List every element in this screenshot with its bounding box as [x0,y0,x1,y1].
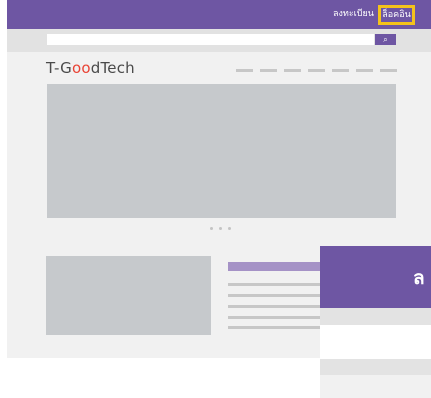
carousel-dot[interactable] [219,227,222,230]
nav-item-placeholder[interactable] [332,69,349,72]
register-modal-section [320,308,431,325]
nav-item-placeholder[interactable] [260,69,277,72]
search-input[interactable] [47,34,374,45]
site-logo[interactable]: T-GoodTech [46,59,135,79]
logo-text-suffix: dTech [90,59,135,77]
register-modal-header: ล [320,246,431,308]
content-thumbnail-image[interactable] [46,256,211,335]
content-text-line-placeholder [228,316,322,319]
logo-o-first: o [71,59,82,77]
content-text-line-placeholder [228,283,322,286]
register-link[interactable]: ลงทะเบียน [333,0,374,29]
nav-item-placeholder[interactable] [236,69,253,72]
content-text-line-placeholder [228,294,322,297]
content-text-line-placeholder [228,305,322,308]
nav-item-placeholder[interactable] [380,69,397,72]
nav-item-placeholder[interactable] [284,69,301,72]
register-modal-section [320,359,431,375]
logo-text-prefix: T-G [46,59,72,77]
register-modal-input-area[interactable] [320,375,431,398]
logo-o-second: o [81,59,91,77]
register-modal-title: ล [413,267,425,289]
nav-item-placeholder[interactable] [356,69,373,72]
login-button[interactable]: ล็อคอิน [378,5,415,25]
content-text-line-placeholder [228,326,322,329]
carousel-dot[interactable] [228,227,231,230]
nav-item-placeholder[interactable] [308,69,325,72]
hero-banner-image[interactable] [47,84,396,218]
search-icon: ⌕ [383,35,388,44]
register-modal-input-area[interactable] [320,325,431,359]
carousel-dot[interactable] [210,227,213,230]
content-heading-placeholder [228,262,322,271]
search-button[interactable]: ⌕ [375,34,396,45]
